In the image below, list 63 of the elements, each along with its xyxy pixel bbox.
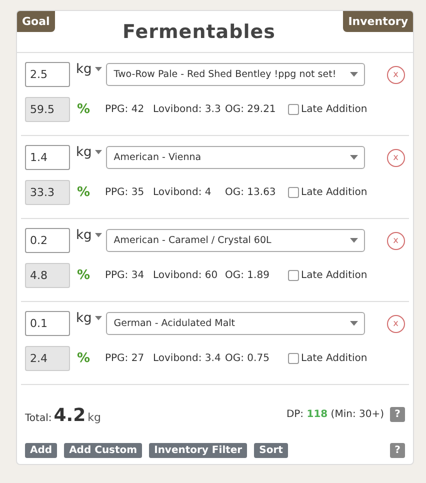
total-weight: Total:4.2 kg (25, 405, 101, 426)
ppg-label: PPG: 35 (105, 187, 146, 198)
late-addition-checkbox[interactable] (288, 104, 299, 115)
og-label: OG: 0.75 (225, 353, 270, 364)
caret-icon (94, 233, 102, 238)
amount-field[interactable]: 0.1 (25, 311, 70, 336)
caret-icon (350, 321, 358, 326)
help-button[interactable]: ? (390, 407, 405, 422)
caret-icon (94, 67, 102, 72)
unit-dropdown[interactable]: kg (76, 311, 102, 326)
amount-field[interactable]: 1.4 (25, 145, 70, 170)
unit-dropdown[interactable]: kg (76, 145, 102, 160)
percent-sign: % (77, 351, 92, 366)
late-addition-checkbox[interactable] (288, 270, 299, 281)
lovibond-label: Lovibond: 4 (153, 187, 212, 198)
action-button[interactable]: Inventory Filter (149, 443, 248, 458)
percent-sign: % (77, 268, 92, 283)
percent-field[interactable]: 33.3 (25, 180, 70, 205)
remove-button[interactable]: x (386, 314, 405, 332)
late-addition-label: Late Addition (301, 104, 368, 115)
late-addition-label: Late Addition (301, 270, 368, 281)
unit-dropdown[interactable]: kg (76, 228, 102, 243)
fermentable-select[interactable]: Two-Row Pale - Red Shed Bentley !ppg not set! (106, 63, 365, 86)
caret-icon (94, 150, 102, 155)
lovibond-label: Lovibond: 60 (153, 270, 219, 281)
late-addition-label: Late Addition (301, 353, 368, 364)
fermentable-select[interactable]: American - Caramel / Crystal 60L (106, 229, 365, 252)
og-label: OG: 13.63 (225, 187, 277, 198)
caret-icon (350, 155, 358, 160)
percent-field[interactable]: 2.4 (25, 346, 70, 371)
help-button[interactable]: ? (390, 443, 405, 458)
action-button[interactable]: Add (25, 443, 58, 458)
ppg-label: PPG: 27 (105, 353, 146, 364)
late-addition-checkbox[interactable] (288, 353, 299, 364)
late-addition-label: Late Addition (301, 187, 368, 198)
amount-field[interactable]: 0.2 (25, 228, 70, 253)
unit-dropdown[interactable]: kg (76, 62, 102, 77)
percent-sign: % (77, 185, 92, 200)
amount-field[interactable]: 2.5 (25, 62, 70, 87)
percent-field[interactable]: 4.8 (25, 263, 70, 288)
ppg-label: PPG: 34 (105, 270, 146, 281)
remove-button[interactable]: x (386, 148, 405, 166)
fermentable-select[interactable]: American - Vienna (106, 146, 365, 169)
fermentable-select[interactable]: German - Acidulated Malt (106, 312, 365, 335)
caret-icon (94, 316, 102, 321)
caret-icon (350, 238, 358, 243)
inventory-tab[interactable]: Inventory (343, 11, 413, 32)
percent-field[interactable]: 59.5 (25, 97, 70, 122)
remove-button[interactable]: x (386, 66, 405, 84)
lovibond-label: Lovibond: 3.4 (153, 353, 222, 364)
lovibond-label: Lovibond: 3.3 (153, 104, 222, 115)
panel-title: Fermentables (122, 21, 276, 43)
ppg-label: PPG: 42 (105, 104, 146, 115)
diastatic-power: DP: 118 (Min: 30+) (286, 409, 384, 420)
action-button[interactable]: Sort (254, 443, 288, 458)
goal-tab[interactable]: Goal (17, 11, 55, 32)
caret-icon (350, 72, 358, 77)
og-label: OG: 29.21 (225, 104, 277, 115)
late-addition-checkbox[interactable] (288, 187, 299, 198)
action-button[interactable]: Add Custom (64, 443, 142, 458)
remove-button[interactable]: x (386, 232, 405, 250)
og-label: OG: 1.89 (225, 270, 270, 281)
percent-sign: % (77, 102, 92, 117)
